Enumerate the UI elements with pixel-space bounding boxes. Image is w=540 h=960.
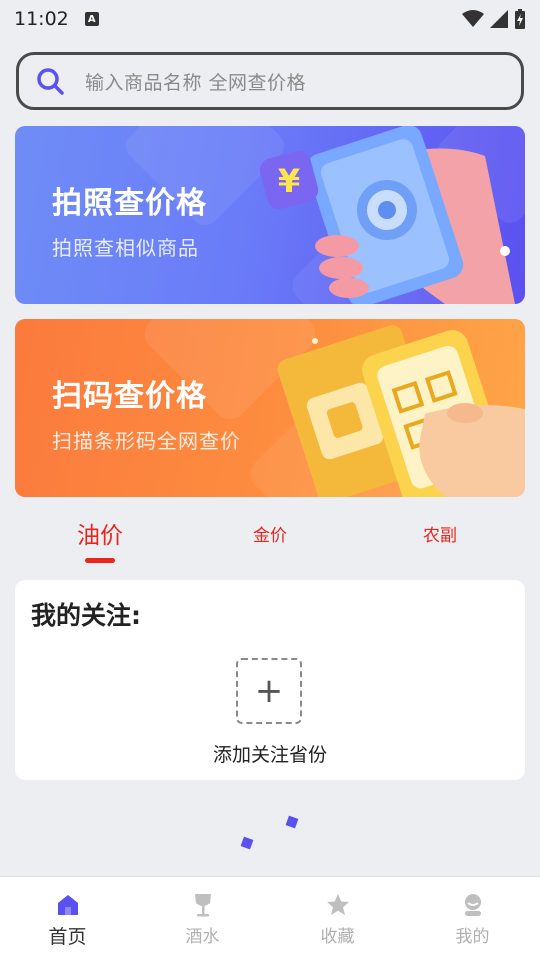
price-category-tabs: 油价 金价 农副 — [0, 508, 540, 568]
wifi-icon — [462, 10, 484, 27]
nav-liquor-label: 酒水 — [185, 927, 220, 947]
home-icon — [57, 895, 78, 915]
watchlist-card: 我的关注: + 添加关注省份 — [15, 580, 525, 780]
nav-favorites[interactable]: 收藏 — [270, 877, 405, 960]
photo-banner-subtitle: 拍照查相似商品 — [52, 236, 199, 260]
search-bar[interactable]: 输入商品名称 全网查价格 — [16, 52, 524, 110]
camera-phone-illustration: ¥ — [259, 126, 515, 304]
star-icon — [326, 894, 349, 915]
photo-banner-title: 拍照查价格 — [52, 186, 207, 221]
nav-profile[interactable]: 我的 — [405, 877, 540, 960]
status-time: 11:02 — [14, 8, 69, 30]
add-province-button[interactable]: + — [236, 658, 302, 724]
search-icon — [37, 68, 64, 95]
photo-price-banner[interactable]: 拍照查价格 拍照查相似商品 ¥ — [15, 126, 525, 304]
notification-a-icon: A — [84, 12, 99, 26]
nav-liquor[interactable]: 酒水 — [135, 877, 270, 960]
plus-icon: + — [254, 671, 284, 711]
battery-icon — [515, 9, 525, 29]
tab-gold-price[interactable]: 金价 — [230, 521, 310, 546]
scan-price-banner[interactable]: 扫码查价格 扫描条形码全网查价 — [15, 319, 525, 497]
nav-favorites-label: 收藏 — [320, 927, 355, 947]
status-icons — [462, 9, 526, 29]
nav-home[interactable]: 首页 — [0, 877, 135, 960]
wine-glass-icon — [194, 894, 211, 917]
add-province-label: 添加关注省份 — [212, 744, 327, 766]
watchlist-title: 我的关注: — [31, 601, 141, 630]
status-bar: 11:02 A — [0, 0, 540, 38]
qr-code-illustration — [277, 325, 525, 497]
scan-banner-subtitle: 扫描条形码全网查价 — [52, 429, 241, 453]
active-tab-indicator — [85, 558, 115, 563]
scan-banner-title: 扫码查价格 — [52, 379, 207, 414]
nav-home-label: 首页 — [48, 926, 87, 948]
signal-icon — [490, 10, 508, 28]
bottom-navigation: 首页 酒水 收藏 我的 — [0, 876, 540, 960]
user-icon — [464, 894, 481, 916]
svg-text:¥: ¥ — [278, 162, 300, 200]
tab-oil-price[interactable]: 油价 — [60, 516, 140, 550]
loading-spinner-icon — [240, 815, 299, 850]
search-input[interactable]: 输入商品名称 全网查价格 — [85, 68, 306, 95]
nav-profile-label: 我的 — [455, 927, 490, 947]
tab-agricultural[interactable]: 农副 — [400, 521, 480, 546]
